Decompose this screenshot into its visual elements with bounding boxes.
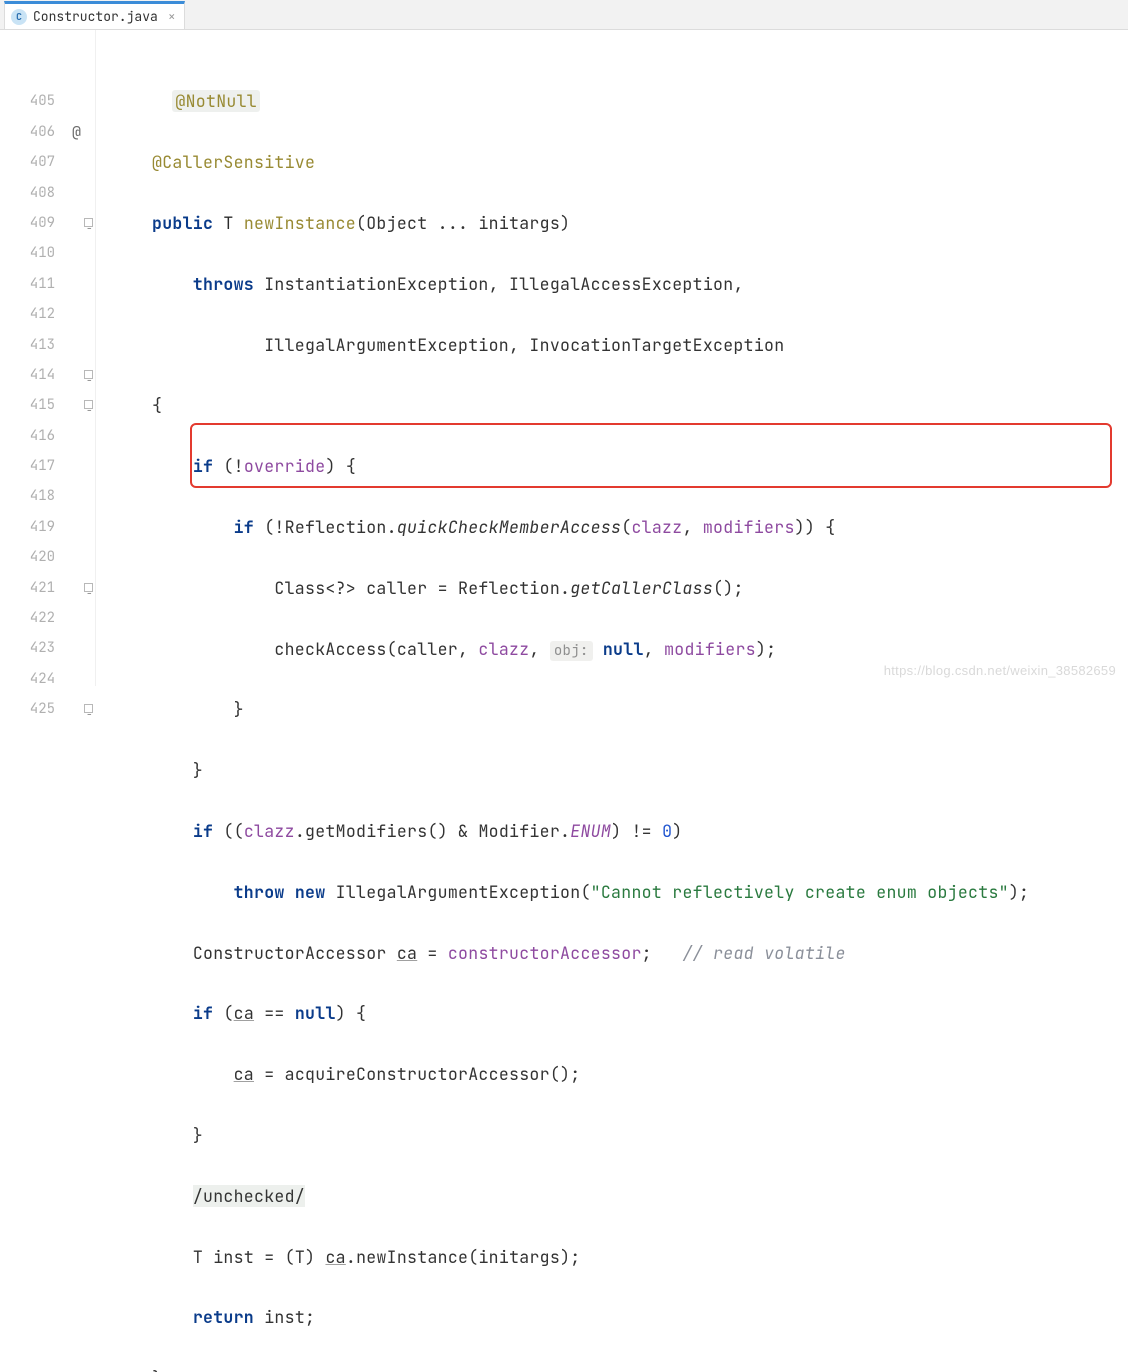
kw-null: null [603,638,644,660]
m-newinstance: newInstance [356,1246,468,1268]
comment-unchecked: /unchecked/ [193,1185,305,1207]
line-number: 411 [0,269,95,299]
ex-illacc: IllegalAccessException [509,273,733,295]
ex-illarg: IllegalArgumentException [264,334,509,356]
line-number: 424 [0,664,95,694]
kw-if: if [193,1002,213,1024]
cast-t: (T) [285,1246,316,1268]
var-caller: caller [366,577,427,599]
kw-if: if [234,516,254,538]
var-ca: ca [234,1002,254,1024]
line-number: 415 [0,390,95,420]
class-file-icon: C [11,9,27,25]
code-editor[interactable]: 405406@407408409410411412413414415416417… [0,30,1128,686]
ex-inst: InstantiationException [264,273,488,295]
var-inst: inst [213,1246,254,1268]
fold-marker-icon[interactable] [84,583,93,592]
kw-if: if [193,455,213,477]
line-number: 421 [0,573,95,603]
field-clazz: clazz [631,516,682,538]
line-number: 407 [0,147,95,177]
line-number: 422 [0,603,95,633]
cls-reflection: Reflection [458,577,560,599]
ex-invtgt: InvocationTargetException [529,334,784,356]
cls-modifier: Modifier [478,820,560,842]
override-gutter-icon[interactable]: @ [72,117,81,147]
var-ca: ca [397,942,417,964]
var-caller: caller [397,638,458,660]
const-enum: ENUM [570,820,611,842]
type-t: T [193,1246,203,1268]
fold-marker-icon[interactable] [84,218,93,227]
annotation-notnull: @NotNull [172,90,260,112]
num-zero: 0 [662,820,672,842]
line-number: 412 [0,299,95,329]
type-object: Object [366,212,427,234]
field-override: override [244,455,326,477]
field-clazz: clazz [478,638,529,660]
line-number: 417 [0,451,95,481]
line-number: 410 [0,238,95,268]
type-t: T [223,212,233,234]
kw-return: return [193,1306,254,1328]
line-number: 416 [0,421,95,451]
line-number: 425 [0,694,95,724]
cls-illarg: IllegalArgumentException [336,881,581,903]
param-initargs: initargs [478,1246,560,1268]
line-number: 414 [0,360,95,390]
line-number: 420 [0,542,95,572]
tab-bar: C Constructor.java × [0,0,1128,30]
type-classq: Class<?> [274,577,356,599]
m-quickcheck: quickCheckMemberAccess [397,516,621,538]
line-number: 406@ [0,117,95,147]
kw-null: null [295,1002,336,1024]
watermark: https://blog.csdn.net/weixin_38582659 [884,663,1116,678]
var-ca: ca [325,1246,345,1268]
kw-throws: throws [193,273,254,295]
field-clazz: clazz [244,820,295,842]
line-number: 405 [0,86,95,116]
kw-new: new [295,881,326,903]
annotation-callersensitive: @CallerSensitive [152,151,315,173]
field-modifiers: modifiers [703,516,795,538]
param-initargs: initargs [478,212,560,234]
tab-filename: Constructor.java [33,8,158,25]
fold-marker-icon[interactable] [84,400,93,409]
line-number: 419 [0,512,95,542]
kw-if: if [193,820,213,842]
line-number: 408 [0,178,95,208]
kw-public: public [152,212,213,234]
field-modifiers: modifiers [664,638,756,660]
var-ca: ca [234,1063,254,1085]
var-inst: inst [264,1306,305,1328]
method-name: newInstance [244,212,356,234]
m-getmodifiers: getModifiers [305,820,427,842]
field-ca: constructorAccessor [448,942,642,964]
str-enum: "Cannot reflectively create enum objects… [591,881,1009,903]
close-icon[interactable]: × [168,8,176,25]
type-ca: ConstructorAccessor [193,942,387,964]
fold-marker-icon[interactable] [84,370,93,379]
fold-marker-icon[interactable] [84,704,93,713]
cls-reflection: Reflection [285,516,387,538]
m-checkaccess: checkAccess [274,638,386,660]
line-number: 418 [0,481,95,511]
line-number: 413 [0,330,95,360]
line-number: 409 [0,208,95,238]
param-hint-obj: obj: [550,641,593,661]
varargs: ... [438,212,469,234]
m-getcaller: getCallerClass [570,577,713,599]
m-acquireca: acquireConstructorAccessor [285,1063,550,1085]
line-number-gutter: 405406@407408409410411412413414415416417… [0,30,96,686]
file-tab[interactable]: C Constructor.java × [4,1,185,29]
line-number: 423 [0,633,95,663]
code-area[interactable]: @NotNull @CallerSensitive public T newIn… [96,30,1128,686]
kw-throw: throw [234,881,285,903]
comment-volatile: // read volatile [682,942,845,964]
